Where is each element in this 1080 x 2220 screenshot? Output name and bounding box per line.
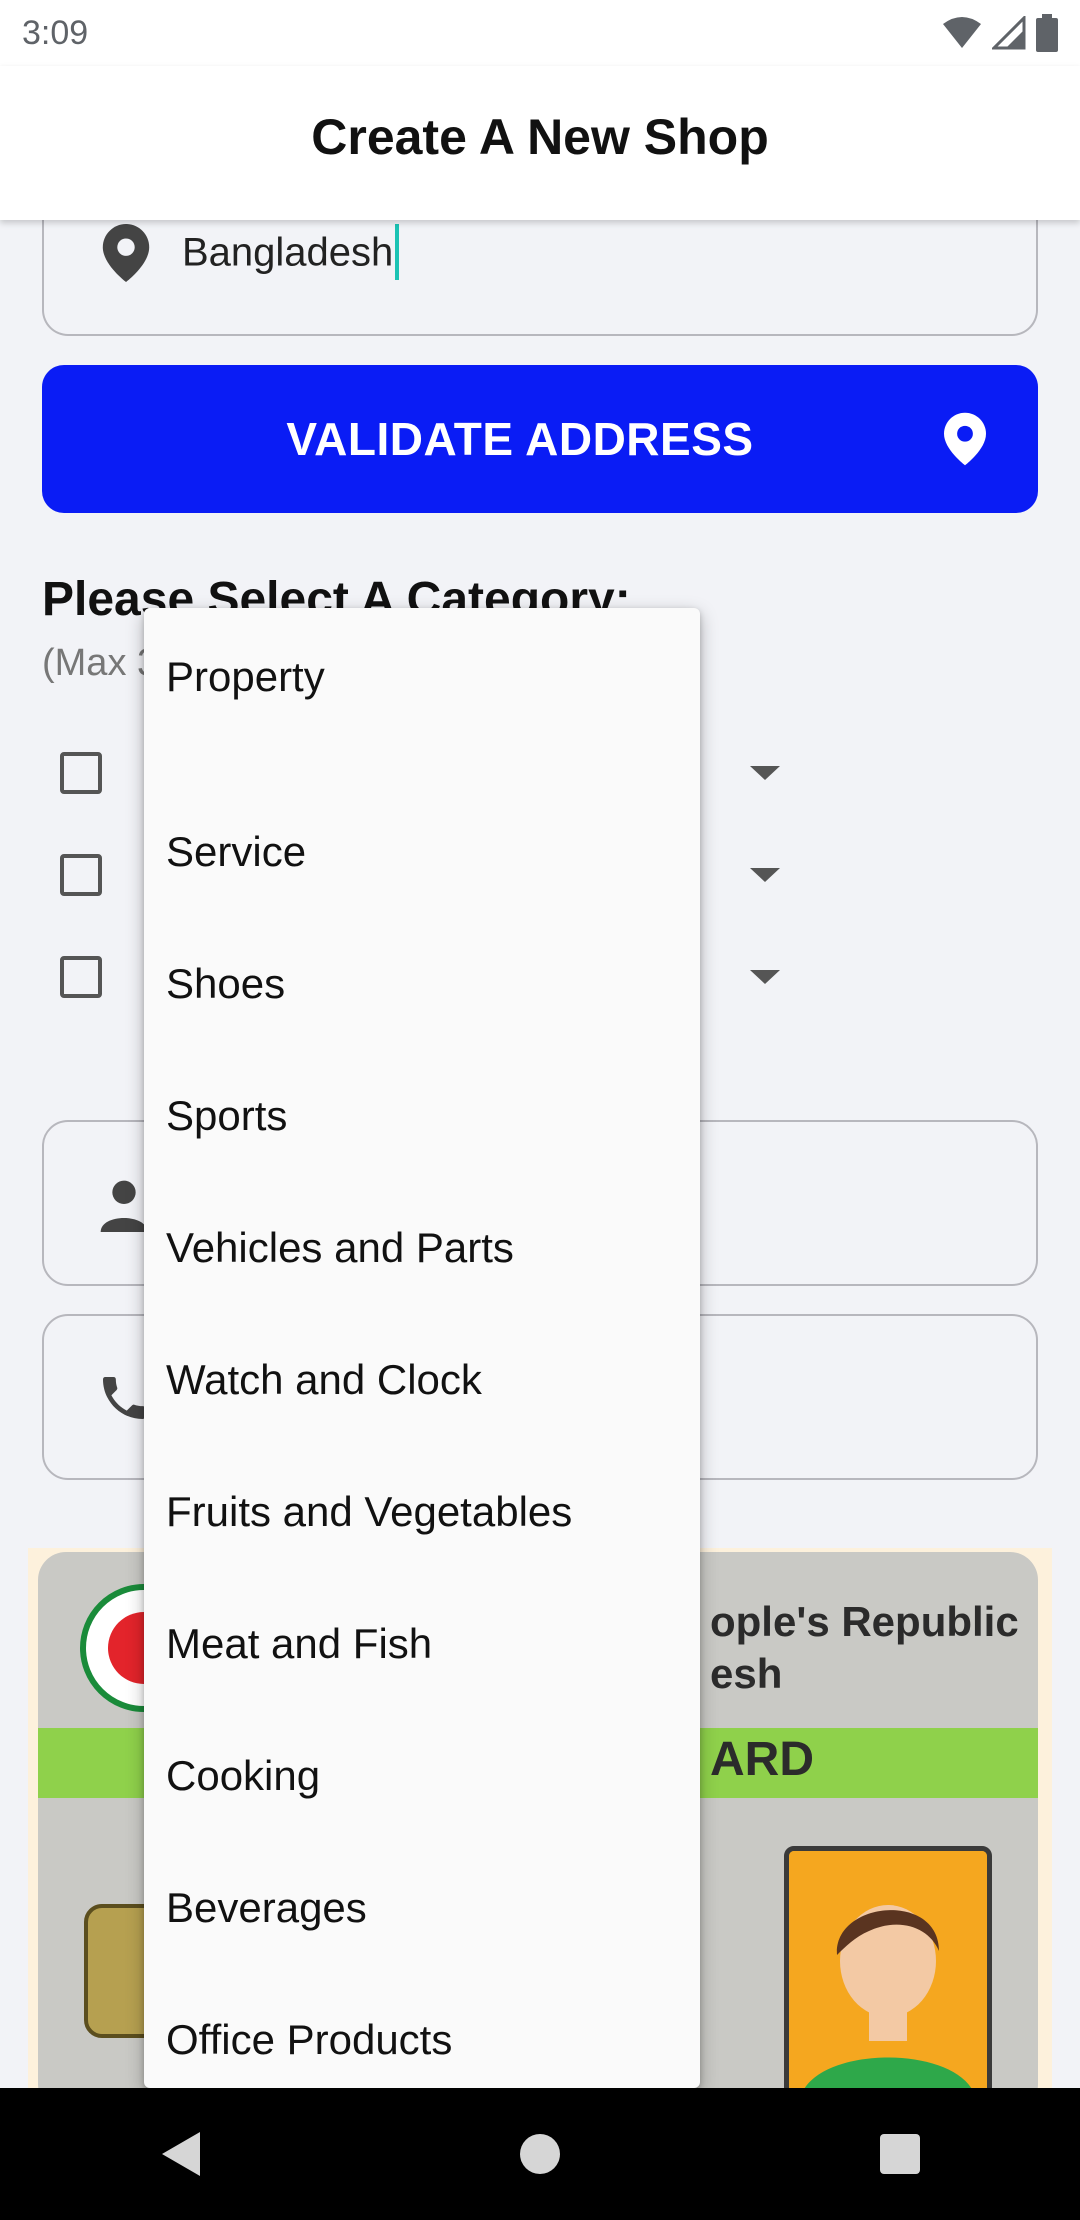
text-cursor xyxy=(395,224,400,280)
category-checkbox-3[interactable] xyxy=(60,956,102,998)
menu-item-sports[interactable]: Sports xyxy=(144,1050,700,1182)
id-card-title-line2: esh xyxy=(710,1650,783,1697)
address-text: Bangladesh xyxy=(182,230,394,275)
menu-item-fruits-and-vegetables[interactable]: Fruits and Vegetables xyxy=(144,1446,700,1578)
category-checkbox-1[interactable] xyxy=(60,752,102,794)
menu-item-beverages[interactable]: Beverages xyxy=(144,1842,700,1974)
home-button[interactable] xyxy=(480,2094,600,2214)
recents-button[interactable] xyxy=(840,2094,960,2214)
back-button[interactable] xyxy=(120,2094,240,2214)
home-icon xyxy=(520,2134,560,2174)
status-icons xyxy=(942,14,1058,52)
id-card-title-line1: ople's Republic xyxy=(710,1598,1019,1645)
address-input-value[interactable]: Bangladesh xyxy=(182,224,400,280)
battery-icon xyxy=(1036,14,1058,52)
id-card-band-text: ARD xyxy=(710,1733,814,1786)
page-title: Create A New Shop xyxy=(311,109,769,165)
menu-item-vehicles-and-parts[interactable]: Vehicles and Parts xyxy=(144,1182,700,1314)
location-pin-icon xyxy=(944,412,986,466)
chevron-down-icon[interactable] xyxy=(750,766,780,780)
menu-item-watch-and-clock[interactable]: Watch and Clock xyxy=(144,1314,700,1446)
chevron-down-icon[interactable] xyxy=(750,970,780,984)
app-bar: Create A New Shop xyxy=(0,66,1080,220)
id-photo-avatar xyxy=(784,1846,992,2088)
category-dropdown-menu: Property Service Shoes Sports Vehicles a… xyxy=(144,608,700,2088)
validate-address-label: VALIDATE ADDRESS xyxy=(286,413,754,465)
menu-item-shoes[interactable]: Shoes xyxy=(144,918,700,1050)
chevron-down-icon[interactable] xyxy=(750,868,780,882)
menu-item-service[interactable]: Service xyxy=(144,786,700,918)
menu-item-cooking[interactable]: Cooking xyxy=(144,1710,700,1842)
location-pin-icon xyxy=(102,224,150,282)
id-card-title: ople's Republic esh xyxy=(710,1596,1019,1700)
recents-icon xyxy=(880,2134,920,2174)
wifi-icon xyxy=(943,17,981,48)
status-bar: 3:09 xyxy=(0,0,1080,66)
back-icon xyxy=(162,2132,200,2176)
status-time: 3:09 xyxy=(22,13,89,52)
system-nav-bar xyxy=(0,2088,1080,2220)
signal-icon xyxy=(992,16,1026,50)
validate-address-button[interactable]: VALIDATE ADDRESS xyxy=(42,365,1038,513)
menu-item-property[interactable]: Property xyxy=(144,654,700,786)
category-subtext: (Max 3 xyxy=(42,642,159,684)
menu-item-office-products[interactable]: Office Products xyxy=(144,1974,700,2088)
category-checkbox-2[interactable] xyxy=(60,854,102,896)
avatar-icon xyxy=(789,1851,987,2088)
menu-item-meat-and-fish[interactable]: Meat and Fish xyxy=(144,1578,700,1710)
